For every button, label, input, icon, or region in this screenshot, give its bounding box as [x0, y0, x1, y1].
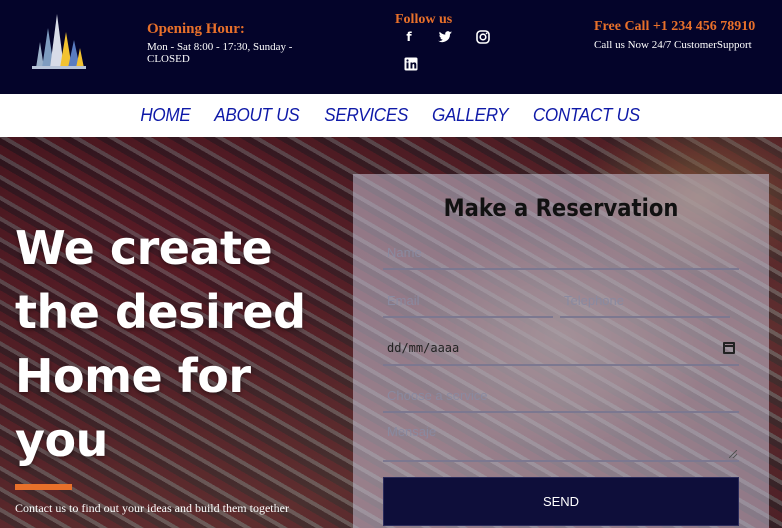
nav-gallery[interactable]: GALLERY [422, 105, 517, 126]
main-nav: HOME ABOUT US SERVICES GALLERY CONTACT U… [0, 94, 782, 137]
date-field-value: dd/mm/aaaa [387, 341, 460, 355]
date-field[interactable]: dd/mm/aaaa [383, 332, 739, 366]
instagram-icon[interactable] [475, 29, 491, 45]
opening-hours-detail: Mon - Sat 8:00 - 17:30, Sunday - CLOSED [147, 41, 293, 65]
twitter-icon[interactable] [437, 29, 453, 45]
send-button[interactable]: SEND [383, 477, 739, 526]
free-call: Free Call +1 234 456 78910 Call us Now 2… [594, 19, 764, 51]
email-field[interactable]: Email [383, 284, 553, 318]
service-select[interactable]: Choose a service [383, 379, 739, 413]
hero-headline: We create the desired Home for you [15, 221, 306, 467]
facebook-icon[interactable]: f [401, 29, 417, 45]
nav-contact-us[interactable]: CONTACT US [523, 105, 649, 126]
calendar-icon[interactable] [723, 342, 735, 354]
nav-home[interactable]: HOME [131, 105, 200, 126]
hero-tagline: Contact us to find out your ideas and bu… [15, 501, 289, 515]
free-call-detail: Call us Now 24/7 CustomerSupport [594, 39, 752, 51]
accent-bar [15, 484, 72, 490]
reservation-title: Make a Reservation [443, 194, 679, 222]
opening-hours-title: Opening Hour: [147, 21, 245, 37]
linkedin-icon[interactable] [403, 56, 419, 72]
resize-handle-icon[interactable] [729, 450, 737, 458]
message-textarea[interactable]: Mensaje [383, 420, 739, 462]
name-field[interactable]: Name [383, 236, 739, 270]
follow-us: Follow us [395, 11, 485, 28]
opening-hours: Opening Hour: Mon - Sat 8:00 - 17:30, Su… [147, 21, 317, 65]
logo[interactable] [30, 12, 88, 70]
nav-about-us[interactable]: ABOUT US [205, 105, 309, 126]
nav-services[interactable]: SERVICES [314, 105, 417, 126]
free-call-number[interactable]: Free Call +1 234 456 78910 [594, 19, 764, 35]
follow-us-title: Follow us [395, 12, 453, 27]
telephone-field[interactable]: Telephone [560, 284, 730, 318]
top-bar: Opening Hour: Mon - Sat 8:00 - 17:30, Su… [0, 0, 782, 94]
message-placeholder: Mensaje [387, 424, 437, 439]
